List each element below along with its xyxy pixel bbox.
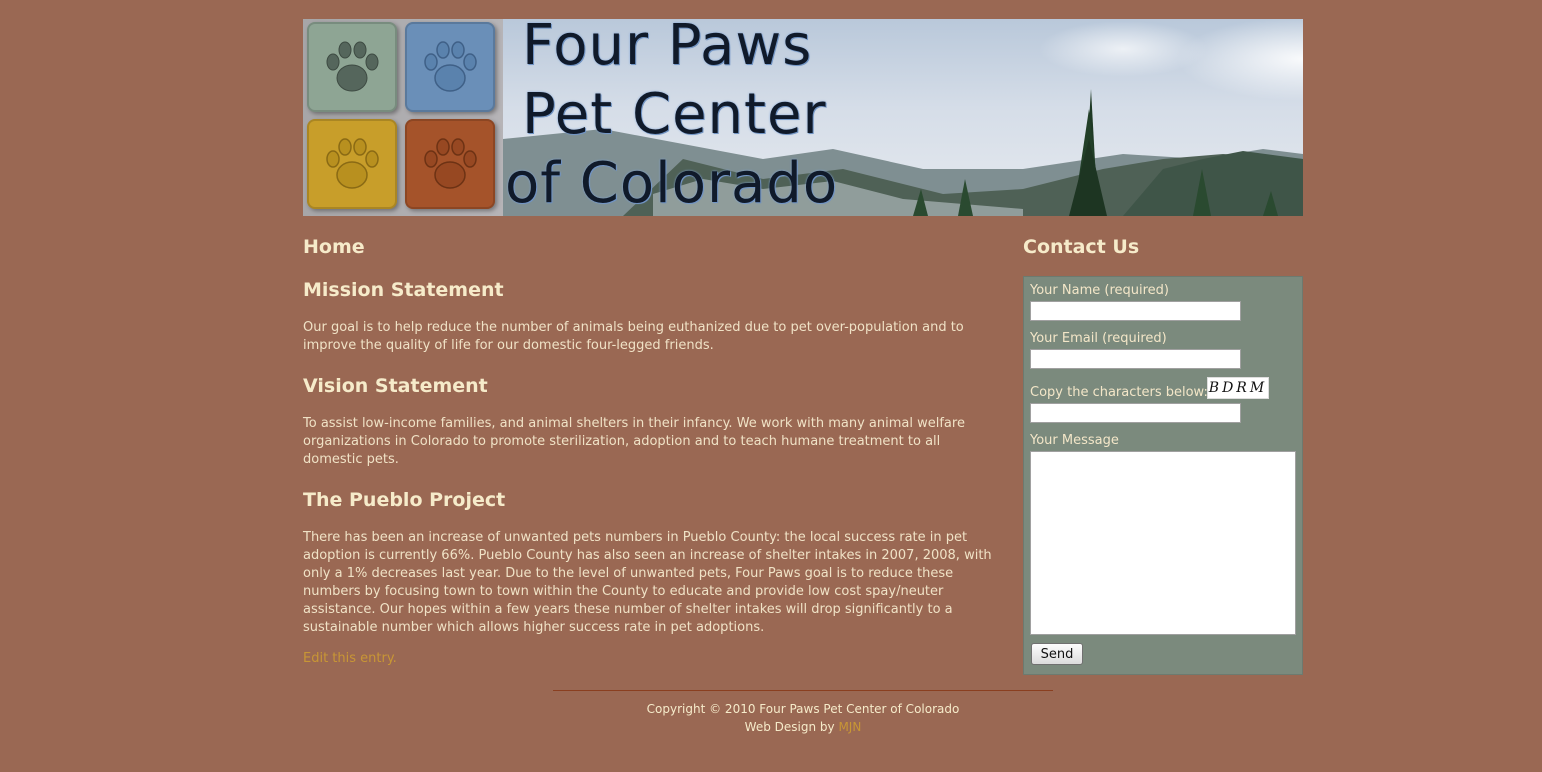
captcha-image: BDRM — [1207, 377, 1269, 399]
page-container: Four Paws Pet Center of Colorado Home Mi… — [303, 19, 1303, 675]
paw-tiles — [307, 22, 497, 212]
captcha-label: Copy the characters below: — [1030, 385, 1208, 400]
message-field[interactable] — [1030, 451, 1296, 635]
vision-title: Vision Statement — [303, 375, 488, 397]
email-field[interactable] — [1030, 349, 1241, 369]
paw-print-icon — [307, 22, 397, 112]
name-label: Your Name (required) — [1030, 283, 1169, 298]
contact-form: Your Name (required) Your Email (require… — [1023, 276, 1303, 675]
vision-text: To assist low-income families, and anima… — [303, 416, 965, 467]
mission-text: Our goal is to help reduce the number of… — [303, 320, 964, 353]
site-title-line-2: Pet Center — [522, 82, 827, 147]
contact-title: Contact Us — [1023, 236, 1140, 258]
name-field[interactable] — [1030, 301, 1241, 321]
message-label: Your Message — [1030, 433, 1119, 448]
site-footer: Copyright © 2010 Four Paws Pet Center of… — [553, 690, 1053, 736]
send-button[interactable]: Send — [1031, 643, 1083, 665]
mission-title: Mission Statement — [303, 279, 504, 301]
designer-link[interactable]: MJN — [838, 720, 861, 734]
paw-print-icon — [405, 119, 495, 209]
pueblo-project-title: The Pueblo Project — [303, 489, 506, 511]
page-title: Home — [303, 236, 365, 258]
captcha-field[interactable] — [1030, 403, 1241, 423]
edit-entry-link[interactable]: Edit this entry. — [303, 651, 397, 666]
site-banner[interactable]: Four Paws Pet Center of Colorado — [303, 19, 1303, 216]
site-title: Four Paws Pet Center of Colorado — [503, 19, 923, 216]
site-title-line-1: Four Paws — [522, 19, 813, 78]
paw-print-icon — [405, 22, 495, 112]
web-design-credit: Web Design by MJN — [553, 718, 1053, 736]
web-design-prefix: Web Design by — [744, 720, 839, 734]
copyright-text: Copyright © 2010 Four Paws Pet Center of… — [646, 702, 960, 716]
pueblo-project-text: There has been an increase of unwanted p… — [303, 530, 992, 635]
paw-print-icon — [307, 119, 397, 209]
email-label: Your Email (required) — [1030, 331, 1167, 346]
site-title-line-3: of Colorado — [505, 151, 839, 216]
